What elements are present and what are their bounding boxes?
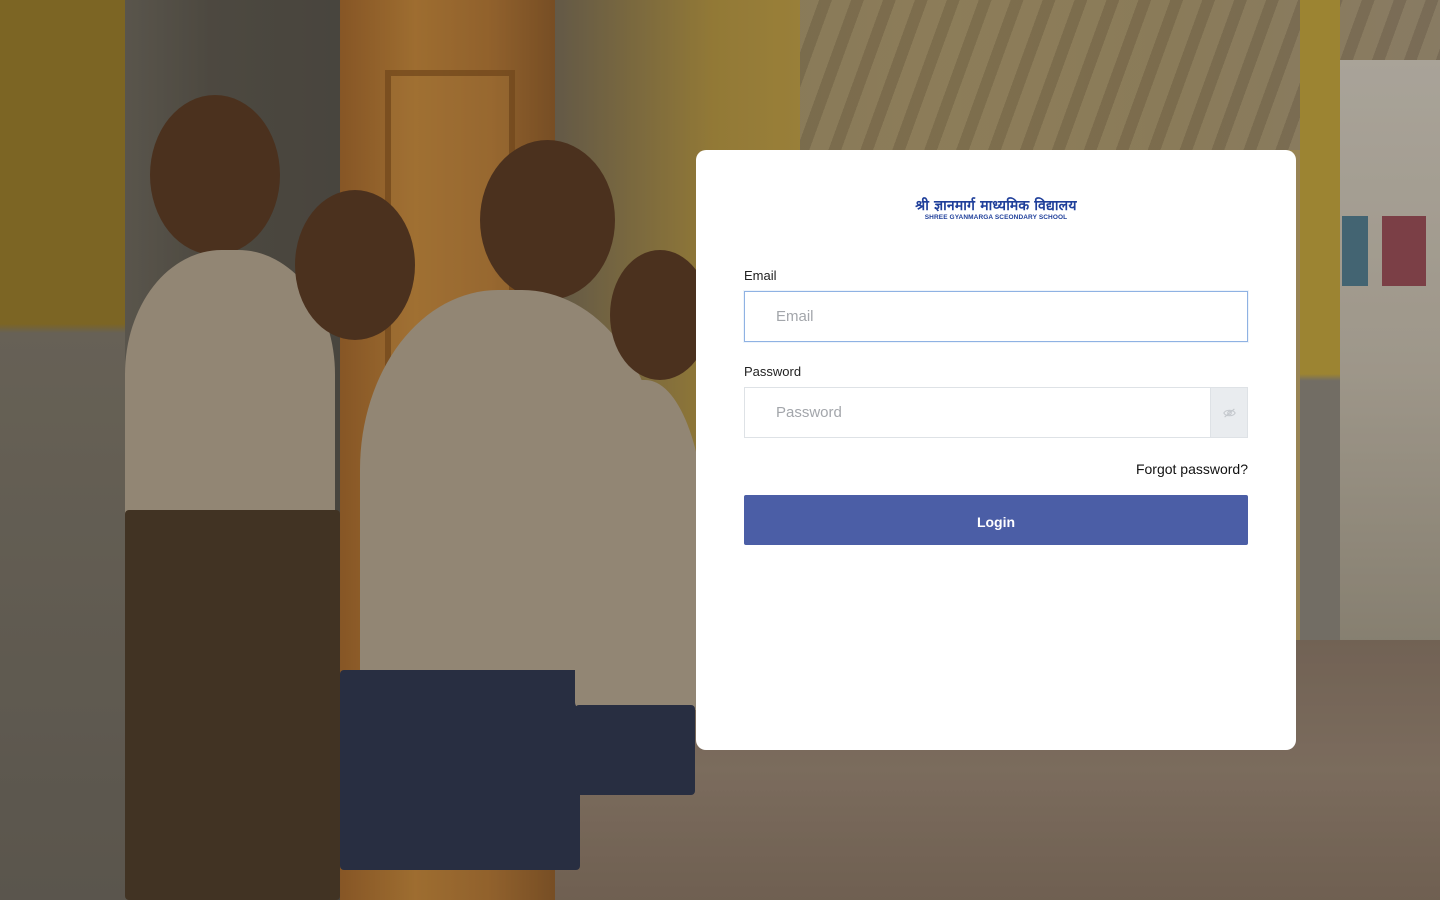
- login-card: श्री ज्ञानमार्ग माध्यमिक विद्यालय SHREE …: [696, 150, 1296, 750]
- forgot-password-link[interactable]: Forgot password?: [1136, 461, 1248, 477]
- logo-subtitle: SHREE GYANMARGA SCEONDARY SCHOOL: [924, 214, 1068, 221]
- password-toggle-button[interactable]: [1210, 387, 1248, 438]
- forgot-row: Forgot password?: [744, 461, 1248, 479]
- password-row: [744, 387, 1248, 438]
- email-group: Email: [744, 268, 1248, 342]
- password-group: Password: [744, 364, 1248, 438]
- password-label: Password: [744, 364, 802, 379]
- email-input[interactable]: [744, 291, 1248, 342]
- password-input[interactable]: [744, 387, 1210, 438]
- email-label: Email: [744, 268, 777, 283]
- login-button[interactable]: Login: [744, 495, 1248, 545]
- school-logo: श्री ज्ञानमार्ग माध्यमिक विद्यालय SHREE …: [744, 198, 1248, 268]
- logo-title: श्री ज्ञानमार्ग माध्यमिक विद्यालय: [915, 198, 1077, 214]
- eye-slash-icon: [1222, 408, 1236, 417]
